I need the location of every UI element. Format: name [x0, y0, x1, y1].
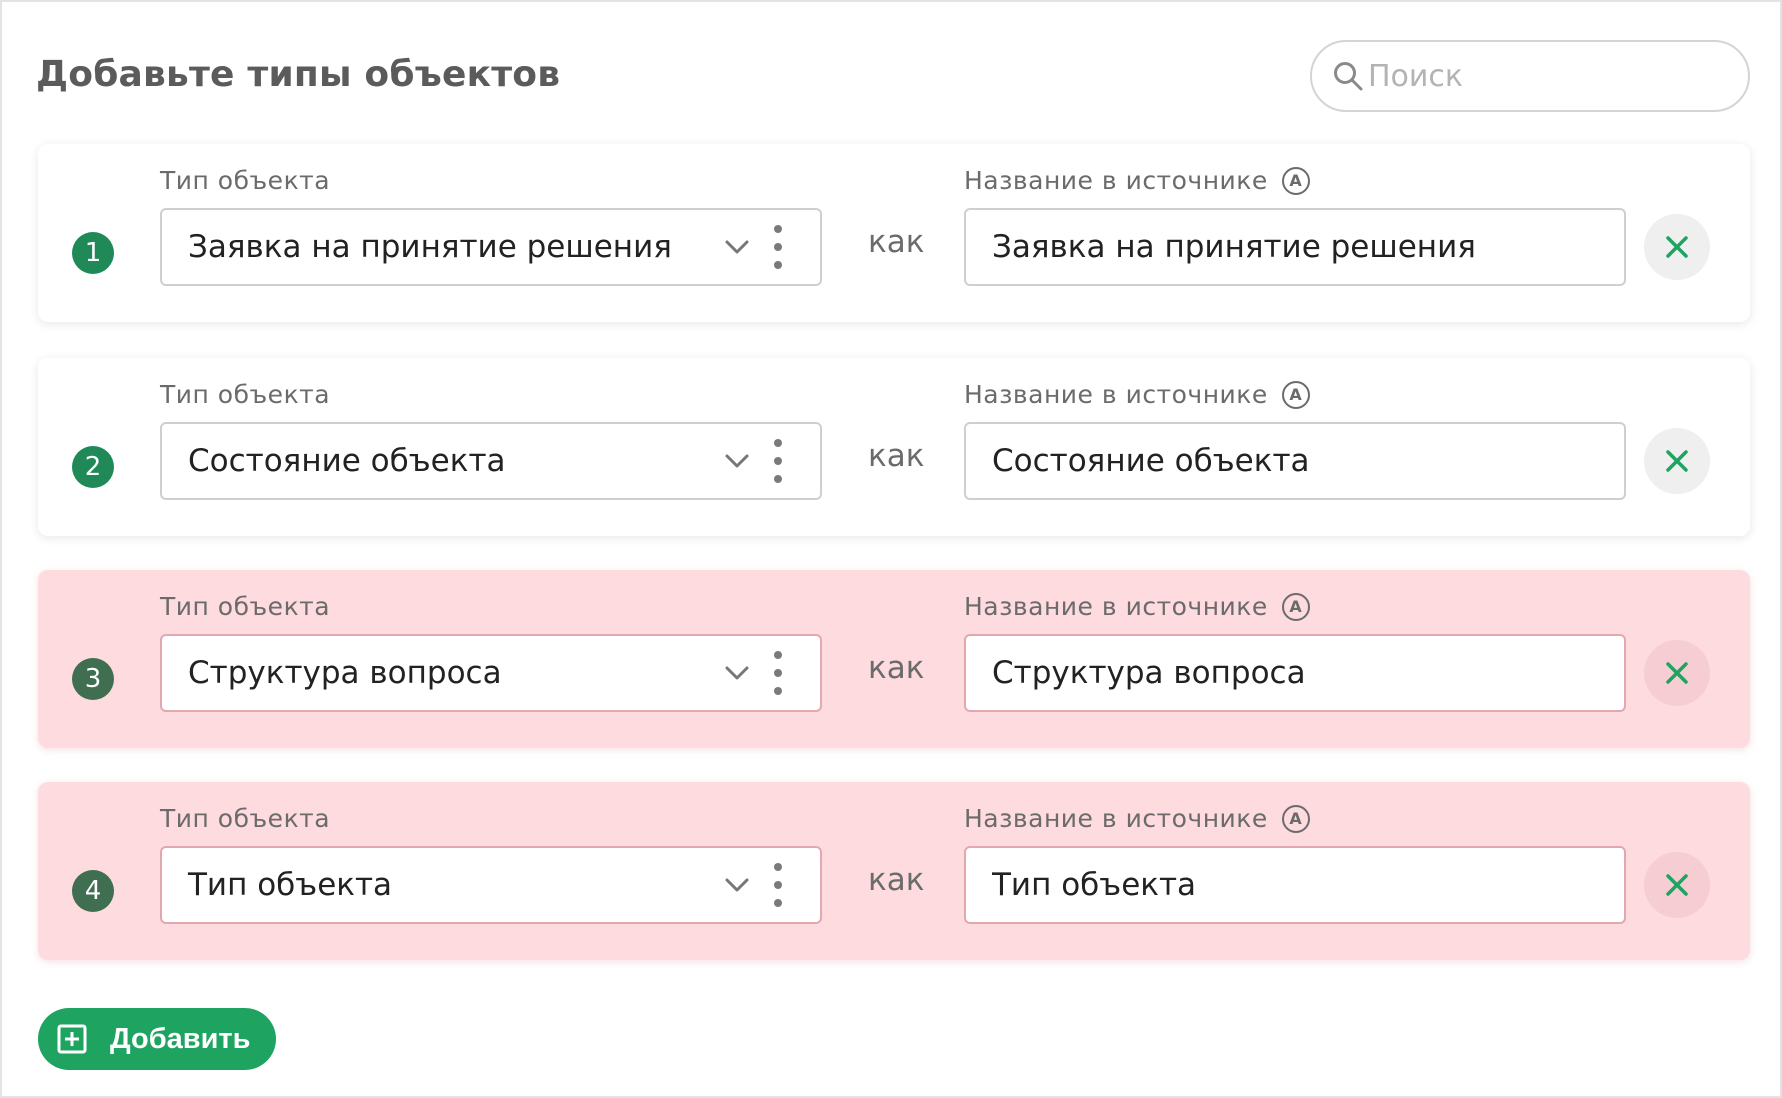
- as-word: как: [868, 650, 925, 686]
- row-number-badge: 2: [72, 446, 114, 488]
- search-box[interactable]: [1310, 40, 1750, 112]
- auto-a-icon[interactable]: A: [1281, 166, 1310, 195]
- type-label: Тип объекта: [160, 804, 330, 833]
- object-type-row: 2 Тип объекта Название в источнике A Сос…: [38, 358, 1750, 536]
- type-select[interactable]: Состояние объекта: [160, 422, 822, 500]
- remove-row-button[interactable]: [1644, 640, 1710, 706]
- add-button-label: Добавить: [110, 1022, 251, 1055]
- type-label: Тип объекта: [160, 592, 330, 621]
- kebab-menu-icon[interactable]: [770, 439, 786, 483]
- as-word: как: [868, 438, 925, 474]
- search-input[interactable]: [1368, 58, 1728, 94]
- source-name-label: Название в источнике A: [964, 592, 1310, 621]
- source-name-label: Название в источнике A: [964, 804, 1310, 833]
- kebab-menu-icon[interactable]: [770, 651, 786, 695]
- auto-a-icon[interactable]: A: [1281, 804, 1310, 833]
- type-label: Тип объекта: [160, 380, 330, 409]
- type-label-text: Тип объекта: [160, 592, 331, 621]
- as-word: как: [868, 224, 925, 260]
- type-select-value: Структура вопроса: [188, 655, 502, 691]
- close-icon: [1666, 874, 1688, 896]
- chevron-down-icon[interactable]: [720, 444, 754, 478]
- source-name-input[interactable]: [964, 208, 1626, 286]
- close-icon: [1666, 662, 1688, 684]
- object-type-row-error: 4 Тип объекта Название в источнике A Тип…: [38, 782, 1750, 960]
- row-number-badge: 4: [72, 870, 114, 912]
- source-name-label-text: Название в источнике: [964, 166, 1268, 195]
- close-icon: [1666, 450, 1688, 472]
- source-name-label-text: Название в источнике: [964, 380, 1268, 409]
- add-button[interactable]: Добавить: [38, 1008, 276, 1070]
- type-select-value: Состояние объекта: [188, 443, 506, 479]
- chevron-down-icon[interactable]: [720, 230, 754, 264]
- type-select[interactable]: Заявка на принятие решения: [160, 208, 822, 286]
- source-name-input[interactable]: [964, 634, 1626, 712]
- object-types-panel: Добавьте типы объектов 1 Тип объекта Наз…: [0, 0, 1782, 1098]
- auto-a-icon[interactable]: A: [1281, 380, 1310, 409]
- object-type-row: 1 Тип объекта Название в источнике A Зая…: [38, 144, 1750, 322]
- close-icon: [1666, 236, 1688, 258]
- as-word: как: [868, 862, 925, 898]
- row-number-badge: 1: [72, 232, 114, 274]
- type-select-value: Заявка на принятие решения: [188, 229, 672, 265]
- remove-row-button[interactable]: [1644, 214, 1710, 280]
- remove-row-button[interactable]: [1644, 852, 1710, 918]
- type-label-text: Тип объекта: [160, 380, 331, 409]
- chevron-down-icon[interactable]: [720, 656, 754, 690]
- search-icon: [1334, 62, 1363, 91]
- type-label: Тип объекта: [160, 166, 330, 195]
- auto-a-icon[interactable]: A: [1281, 592, 1310, 621]
- source-name-label: Название в источнике A: [964, 380, 1310, 409]
- type-select[interactable]: Структура вопроса: [160, 634, 822, 712]
- type-select[interactable]: Тип объекта: [160, 846, 822, 924]
- type-select-value: Тип объекта: [188, 867, 393, 903]
- row-number-badge: 3: [72, 658, 114, 700]
- kebab-menu-icon[interactable]: [770, 225, 786, 269]
- page-title: Добавьте типы объектов: [36, 54, 561, 95]
- chevron-down-icon[interactable]: [720, 868, 754, 902]
- type-label-text: Тип объекта: [160, 166, 331, 195]
- plus-square-icon: [57, 1024, 87, 1054]
- remove-row-button[interactable]: [1644, 428, 1710, 494]
- source-name-label: Название в источнике A: [964, 166, 1310, 195]
- source-name-input[interactable]: [964, 422, 1626, 500]
- object-type-row-error: 3 Тип объекта Название в источнике A Стр…: [38, 570, 1750, 748]
- source-name-input[interactable]: [964, 846, 1626, 924]
- type-label-text: Тип объекта: [160, 804, 331, 833]
- kebab-menu-icon[interactable]: [770, 863, 786, 907]
- source-name-label-text: Название в источнике: [964, 804, 1268, 833]
- source-name-label-text: Название в источнике: [964, 592, 1268, 621]
